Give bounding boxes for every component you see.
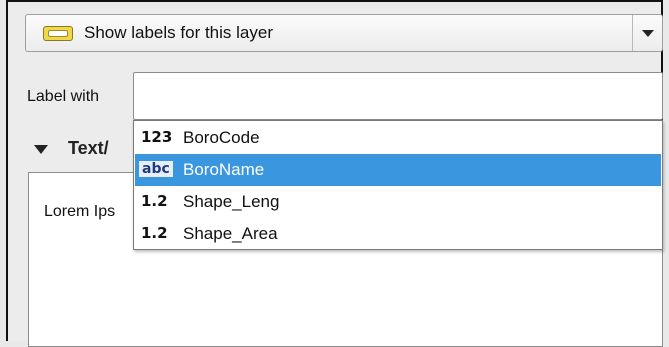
field-item-shape-area[interactable]: 1.2 Shape_Area xyxy=(135,218,661,250)
label-abc-icon xyxy=(43,26,73,41)
decimal-type-icon: 1.2 xyxy=(141,224,168,242)
collapse-arrow-icon[interactable] xyxy=(34,145,48,154)
field-name: Shape_Leng xyxy=(183,192,280,211)
preview-sample-text: Lorem Ips xyxy=(44,203,116,220)
section-title-text-formatting[interactable]: Text/ xyxy=(68,138,134,159)
decimal-type-icon: 1.2 xyxy=(141,192,168,210)
field-name: BoroName xyxy=(183,160,265,179)
field-name: Shape_Area xyxy=(183,224,278,243)
label-mode-text: Show labels for this layer xyxy=(84,23,273,42)
field-item-borocode[interactable]: 123 BoroCode xyxy=(135,122,661,154)
field-list-popup[interactable]: 123 BoroCode abc BoroName 1.2 Shape_Leng… xyxy=(133,120,663,250)
string-type-icon: abc xyxy=(139,161,173,177)
dropdown-button[interactable] xyxy=(632,15,662,51)
field-name: BoroCode xyxy=(183,128,260,147)
chevron-down-icon xyxy=(642,30,654,37)
label-with-field[interactable] xyxy=(133,72,663,120)
field-item-shape-leng[interactable]: 1.2 Shape_Leng xyxy=(135,186,661,218)
label-with-label: Label with xyxy=(27,88,100,105)
field-item-boroname[interactable]: abc BoroName xyxy=(135,154,661,186)
label-mode-dropdown[interactable]: Show labels for this layer xyxy=(25,14,663,52)
integer-type-icon: 123 xyxy=(141,128,173,146)
